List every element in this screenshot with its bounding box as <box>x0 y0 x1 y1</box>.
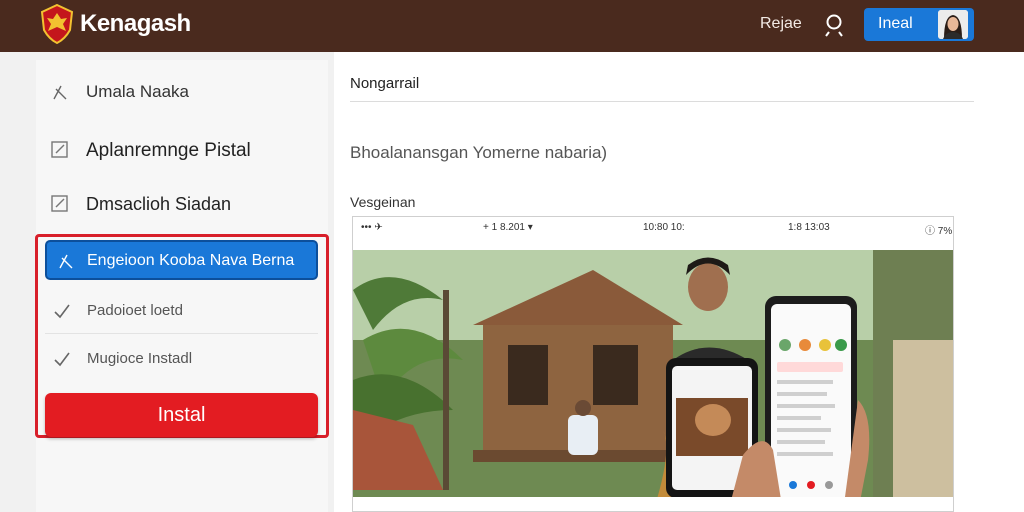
page-subtitle: Bhoalanansgan Yomerne nabaria) <box>350 143 608 162</box>
search-icon[interactable] <box>822 12 848 38</box>
sub-item-label: Mugioce Instadl <box>87 350 193 367</box>
login-button[interactable]: Ineal <box>864 8 974 41</box>
status-battery: ⓘ 7% ▮ <box>925 226 953 237</box>
status-signal: ••• ✈ <box>361 222 383 233</box>
checkbox-icon <box>51 195 68 212</box>
preview-caption-bar <box>353 497 953 511</box>
install-button[interactable]: Instal <box>45 393 318 437</box>
brand-logo-icon[interactable] <box>40 4 74 44</box>
check-icon <box>54 352 70 367</box>
checkbox-icon <box>51 141 68 158</box>
install-button-label: Instal <box>157 404 206 426</box>
status-text: + 1 8.201 ▾ <box>483 222 533 233</box>
login-button-label: Ineal <box>878 15 913 32</box>
x-icon <box>59 254 73 269</box>
sub-item-2[interactable]: Mugioce Instadl <box>45 336 318 382</box>
brand-name[interactable]: Kenagash <box>80 10 191 38</box>
avatar <box>938 10 968 39</box>
sidebar-item-3[interactable]: Dmsaclioh Siadan <box>50 184 320 224</box>
status-bar: ••• ✈ + 1 8.201 ▾ 10:80 10: 1:8 13:03 ⓘ … <box>353 217 953 239</box>
status-time: 10:80 10: <box>643 222 685 233</box>
section-label: Vesgeinan <box>350 194 416 210</box>
sidebar-item-2[interactable]: Aplanremnge Pistal <box>50 130 320 170</box>
x-icon <box>53 85 67 100</box>
page-title: Nongarrail <box>350 75 420 92</box>
sidebar-item-label: Umala Naaka <box>86 82 189 101</box>
nav-link[interactable]: Rejae <box>760 15 802 33</box>
preview-photo <box>353 250 953 511</box>
status-time: 1:8 13:03 <box>788 222 830 233</box>
top-bar: Kenagash Rejae Ineal <box>0 0 1024 52</box>
sidebar-item-1[interactable]: Umala Naaka <box>50 72 320 112</box>
divider <box>350 101 974 102</box>
check-icon <box>54 304 70 319</box>
sub-item-1[interactable]: Padoioet loetd <box>45 288 318 334</box>
sidebar-item-label: Aplanremnge Pistal <box>86 140 251 161</box>
sub-item-label: Padoioet loetd <box>87 302 183 319</box>
preview-image[interactable]: ••• ✈ + 1 8.201 ▾ 10:80 10: 1:8 13:03 ⓘ … <box>352 216 954 512</box>
sidebar-item-label: Dmsaclioh Siadan <box>86 194 232 214</box>
sidebar-item-active[interactable]: Engeioon Kooba Nava Berna <box>45 240 318 280</box>
sidebar-item-label: Engeioon Kooba Nava Berna <box>87 252 295 269</box>
